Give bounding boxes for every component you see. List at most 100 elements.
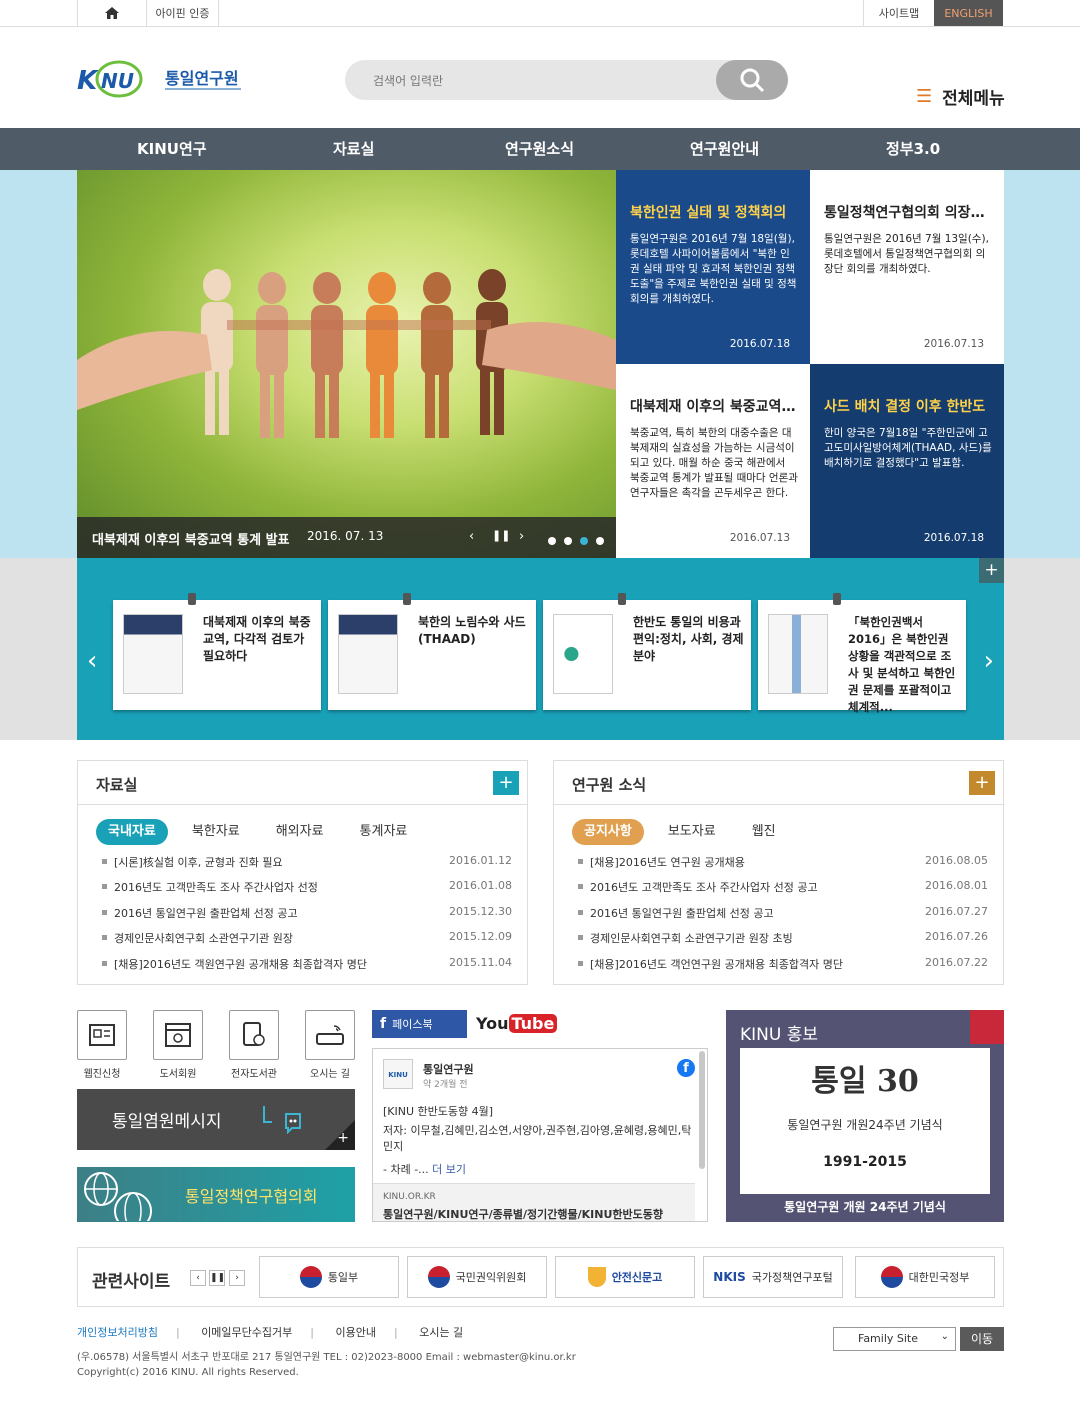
site-link-korea-gov[interactable]: 대한민국정부 [855,1256,995,1298]
list-item[interactable]: [채용]2016년도 객언연구원 공개채용 최종합격자 명단 2016.07.22 [578,956,988,981]
board-more-button[interactable]: + [969,771,995,795]
related-prev-icon[interactable]: ‹ [190,1270,206,1286]
book-title: 대북제재 이후의 북중교역, 다각적 검토가 필요하다 [203,615,311,663]
list-item[interactable]: 경제인문사회연구회 소관연구기관 원장 2015.12.09 [102,930,512,955]
archive-board: 자료실 + 국내자료 북한자료 해외자료 통계자료 [시론]核실험 이후, 균형… [77,760,528,985]
list-item[interactable]: 2016년도 고객만족도 조사 주간사업자 선정 공고 2016.08.01 [578,879,988,904]
book-card[interactable]: 대북제재 이후의 북중교역, 다각적 검토가 필요하다 [113,593,321,710]
unification-message-banner[interactable]: 통일염원메시지 + [77,1089,355,1150]
tab-north-korea[interactable]: 북한자료 [180,819,252,845]
go-button[interactable]: 이동 [960,1327,1004,1351]
next-icon[interactable]: › [519,529,524,544]
fb-page-name[interactable]: 통일연구원 [423,1061,474,1077]
fb-more-link[interactable]: 더 보기 [432,1163,466,1176]
kinu-avatar: KINU [383,1059,413,1089]
facebook-logo-icon: f [677,1059,695,1077]
tab-youtube[interactable]: You Tube [476,1014,558,1033]
list-item[interactable]: [채용]2016년도 연구원 공개채용 2016.08.05 [578,854,988,879]
list-item[interactable]: 경제인문사회연구회 소관연구기관 원장 초빙 2016.07.26 [578,930,988,955]
news-card[interactable]: 통일정책연구협의회 의장단 회의 통일연구원은 2016년 7월 13일(수),… [810,170,1004,364]
site-link-nkis[interactable]: NKIS 국가정책연구포털 [703,1256,843,1298]
tab-statistics[interactable]: 통계자료 [348,819,420,845]
hamburger-icon: ☰ [916,86,933,107]
usage-guide-link[interactable]: 이용안내 [336,1326,376,1339]
kinu-logo[interactable]: K NU 통일연구원 [77,56,247,106]
english-link[interactable]: ENGLISH [934,0,1003,26]
site-link-unification[interactable]: 통일부 [259,1256,399,1298]
paper-people-illustration [77,269,616,438]
pause-icon[interactable]: ❚❚ [492,529,510,542]
nav-kinu-research[interactable]: KINU연구 [137,128,207,170]
quick-link[interactable]: 전자도서관 [229,1010,279,1080]
site-link-safety[interactable]: 안전신문고 [555,1256,695,1298]
book-card[interactable]: 북한의 노림수와 사드(THAAD) [328,593,536,710]
all-menu-button[interactable]: ☰ 전체메뉴 [916,84,1005,109]
site-link-acrc[interactable]: 국민권익위원회 [407,1256,547,1298]
slide-dot[interactable] [564,537,572,545]
directions-link[interactable]: 오시는 길 [419,1326,463,1339]
slide-dot[interactable] [548,537,556,545]
slide-dot-active[interactable] [580,537,588,545]
tab-webzine[interactable]: 웹진 [740,819,788,845]
nav-institute-news[interactable]: 연구원소식 [505,128,574,170]
list-item[interactable]: [시론]核실험 이후, 균형과 진화 필요 2016.01.12 [102,854,512,879]
main-visual-image[interactable] [77,170,616,558]
visual-caption-title[interactable]: 대북제재 이후의 북중교역 통계 발표 [92,529,290,548]
search-input[interactable]: 검색어 입력란 [373,72,443,89]
board-tabs: 국내자료 북한자료 해외자료 통계자료 [96,819,431,845]
email-refusal-link[interactable]: 이메일무단수집거부 [201,1326,292,1339]
ipin-link[interactable]: 아이핀 인증 [147,0,219,26]
message-title: 통일염원메시지 [112,1112,222,1132]
family-site-select[interactable]: Family Site ⌄ [833,1327,956,1351]
related-pause-icon[interactable]: ❚❚ [209,1270,225,1286]
news-card[interactable]: 대북제재 이후의 북중교역 통계 북중교역, 특히 북한의 대중수출은 대북제재… [616,364,810,558]
related-next-icon[interactable]: › [229,1270,245,1286]
fb-scrollbar[interactable] [699,1051,705,1169]
slider-prev-icon[interactable]: ‹ [87,646,97,676]
tab-overseas[interactable]: 해외자료 [264,819,336,845]
related-title: 관련사이트 [92,1272,171,1292]
list-item[interactable]: 2016년 통일연구원 출판업체 선정 공고 2015.12.30 [102,905,512,930]
news-card[interactable]: 북한인권 실태 및 정책회의 통일연구원은 2016년 7월 18일(월), 롯… [616,170,810,364]
list-item[interactable]: 2016년 통일연구원 출판업체 선정 공고 2016.07.27 [578,905,988,930]
books-more-button[interactable]: + [979,558,1004,583]
privacy-link[interactable]: 개인정보처리방침 [77,1326,158,1339]
news-date: 2016.07.13 [729,532,790,544]
search-button[interactable] [716,60,788,100]
board-more-button[interactable]: + [493,771,519,795]
tab-press[interactable]: 보도자료 [656,819,728,845]
news-card[interactable]: 사드 배치 결정 이후 한반도 한미 양국은 7월18일 "주한민군에 고고도미… [810,364,1004,558]
book-cover [338,614,398,694]
news-title: 사드 배치 결정 이후 한반도 [824,399,986,415]
svg-text:NU: NU [101,69,134,93]
tab-facebook[interactable]: f 페이스북 [372,1010,467,1038]
nav-gov30[interactable]: 정부3.0 [886,128,940,170]
book-card[interactable]: 「북한인권백서 2016」은 북한인권 상황을 객관적으로 조사 및 분석하고 … [758,593,966,714]
board-list: [시론]核실험 이후, 균형과 진화 필요 2016.01.12 2016년도 고… [102,854,512,981]
nav-archive[interactable]: 자료실 [333,128,374,170]
slider-next-icon[interactable]: › [984,646,994,676]
slide-dot[interactable] [596,537,604,545]
home-button[interactable] [77,0,147,26]
quick-link[interactable]: 도서회원 [153,1010,203,1080]
tab-domestic[interactable]: 국내자료 [96,819,168,845]
list-item[interactable]: [채용]2016년도 객원연구원 공개채용 최종합격자 명단 2015.11.04 [102,956,512,981]
facebook-icon: f [380,1016,387,1032]
prev-icon[interactable]: ‹ [469,529,474,544]
quick-link[interactable]: 웹진신청 [77,1010,127,1080]
fb-link-preview[interactable]: KINU.OR.KR 통일연구원/KINU연구/종류별/정기간행물/KINU한반… [373,1183,695,1221]
book-cover [123,614,183,694]
globe-icon [84,1172,152,1221]
quick-link[interactable]: 오시는 길 [305,1010,355,1080]
news-title: 통일정책연구협의회 의장단 회의 [824,205,992,221]
book-card[interactable]: 한반도 통일의 비용과 편익:정치, 사회, 경제 분야 [543,593,751,710]
kinu-promo[interactable]: KINU 홍보 통일 30 통일연구원 개원24주년 기념식 1991-2015… [726,1010,1004,1222]
tab-notice[interactable]: 공지사항 [572,819,644,845]
news-date: 2016.07.18 [729,338,790,350]
visual-caption-bar: 대북제재 이후의 북중교역 통계 발표 2016. 07. 13 ‹ ❚❚ › [77,517,616,558]
list-item[interactable]: 2016년도 고객만족도 조사 주간사업자 선정 2016.01.08 [102,879,512,904]
news-body: 통일연구원은 2016년 7월 13일(수), 롯데호텔에서 통일정책연구협의회… [824,233,989,275]
nav-institute-info[interactable]: 연구원안내 [690,128,759,170]
policy-council-banner[interactable]: 통일정책연구협의회 [77,1167,355,1222]
sitemap-link[interactable]: 사이트맵 [863,0,934,26]
